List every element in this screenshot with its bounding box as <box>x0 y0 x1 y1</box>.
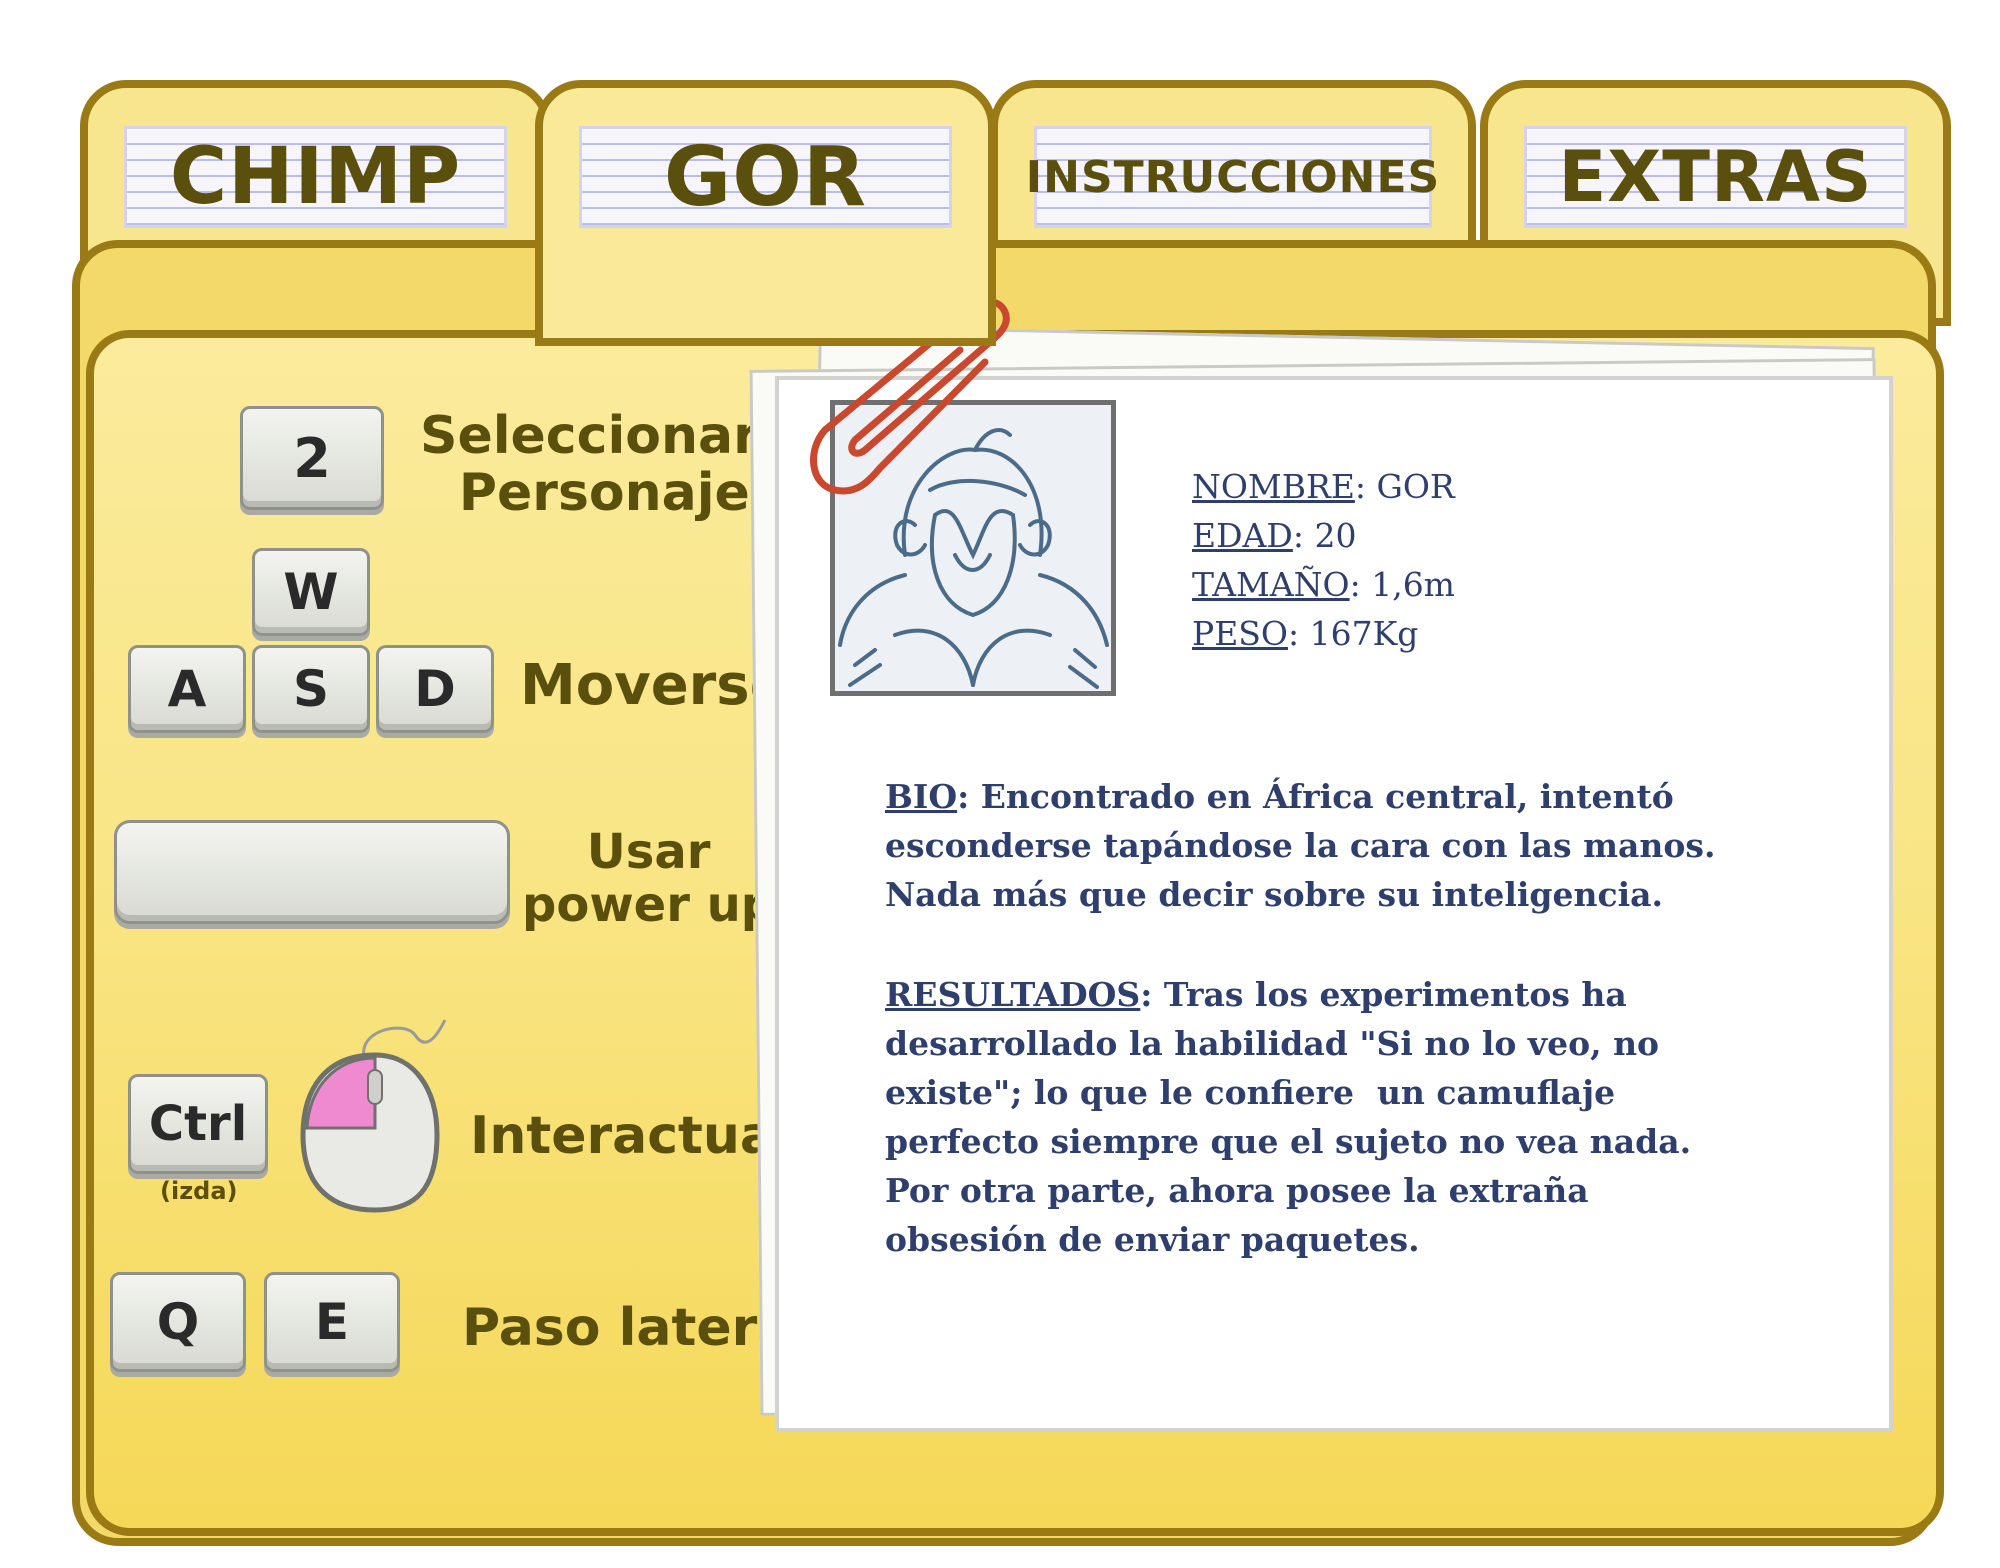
results-key: RESULTADOS <box>885 975 1141 1014</box>
field-peso: PESO: 167Kg <box>1192 614 1419 653</box>
bio-text: BIO: Encontrado en África central, inten… <box>885 772 1716 919</box>
field-tamano-value: 1,6m <box>1371 565 1455 604</box>
key-2[interactable]: 2 <box>240 406 384 510</box>
select-character-label: Seleccionar Personaje <box>420 406 759 524</box>
power-up-label-line2: power up <box>522 876 776 933</box>
field-peso-value: 167Kg <box>1309 614 1419 653</box>
key-s[interactable]: S <box>252 645 370 733</box>
field-tamano-key: TAMAÑO <box>1192 565 1350 604</box>
power-up-label: Usar power up <box>522 826 775 932</box>
ctrl-note: (izda) <box>160 1177 238 1205</box>
field-peso-key: PESO <box>1192 614 1288 653</box>
results-line-6: obsesión de enviar paquetes. <box>885 1220 1420 1259</box>
select-character-label-line1: Seleccionar <box>420 406 759 466</box>
results-text: RESULTADOS: Tras los experimentos ha des… <box>885 970 1691 1264</box>
results-line-5: Por otra parte, ahora posee la extraña <box>885 1171 1589 1210</box>
results-line-3: existe"; lo que le confiere un camuflaje <box>885 1073 1616 1112</box>
select-character-label-line2: Personaje <box>458 463 750 524</box>
sidestep-label: Paso lateral <box>462 1298 811 1358</box>
key-spacebar[interactable] <box>114 820 510 924</box>
tab-gor-label: GOR <box>579 126 952 228</box>
results-line-4: perfecto siempre que el sujeto no vea na… <box>885 1122 1692 1161</box>
tab-extras-label: EXTRAS <box>1524 126 1907 228</box>
field-nombre-key: NOMBRE <box>1192 467 1355 506</box>
tab-gor[interactable]: GOR <box>535 80 996 346</box>
field-nombre-value: GOR <box>1376 467 1455 506</box>
field-edad-value: 20 <box>1314 516 1357 555</box>
key-a[interactable]: A <box>128 645 246 733</box>
move-label: Moverse <box>520 653 788 718</box>
mouse-icon <box>300 1019 447 1213</box>
mouse-left-button <box>305 1056 377 1130</box>
bio-key: BIO <box>885 777 958 816</box>
mouse-wheel <box>367 1069 383 1105</box>
bio-line-3: Nada más que decir sobre su inteligencia… <box>885 875 1663 914</box>
field-nombre: NOMBRE: GOR <box>1192 467 1455 506</box>
field-edad-key: EDAD <box>1192 516 1293 555</box>
key-e[interactable]: E <box>264 1272 400 1372</box>
field-tamano: TAMAÑO: 1,6m <box>1192 565 1455 604</box>
tab-chimp-label: CHIMP <box>124 126 507 228</box>
key-q[interactable]: Q <box>110 1272 246 1372</box>
tab-instrucciones-label: INSTRUCCIONES <box>1026 126 1439 228</box>
dossier-fields: NOMBRE: GOR EDAD: 20 TAMAÑO: 1,6m PESO: … <box>1192 462 1455 658</box>
key-ctrl[interactable]: Ctrl <box>128 1074 268 1174</box>
key-w[interactable]: W <box>252 548 370 636</box>
bio-line-1: BIO: Encontrado en África central, inten… <box>885 777 1674 816</box>
bio-line-2: esconderse tapándose la cara con las man… <box>885 826 1716 865</box>
results-line-1: RESULTADOS: Tras los experimentos ha <box>885 975 1627 1014</box>
results-line-2: desarrollado la habilidad "Si no lo veo,… <box>885 1024 1660 1063</box>
field-edad: EDAD: 20 <box>1192 516 1357 555</box>
power-up-label-line1: Usar <box>586 824 711 880</box>
key-d[interactable]: D <box>376 645 494 733</box>
interact-label: Interactuar <box>470 1106 801 1166</box>
